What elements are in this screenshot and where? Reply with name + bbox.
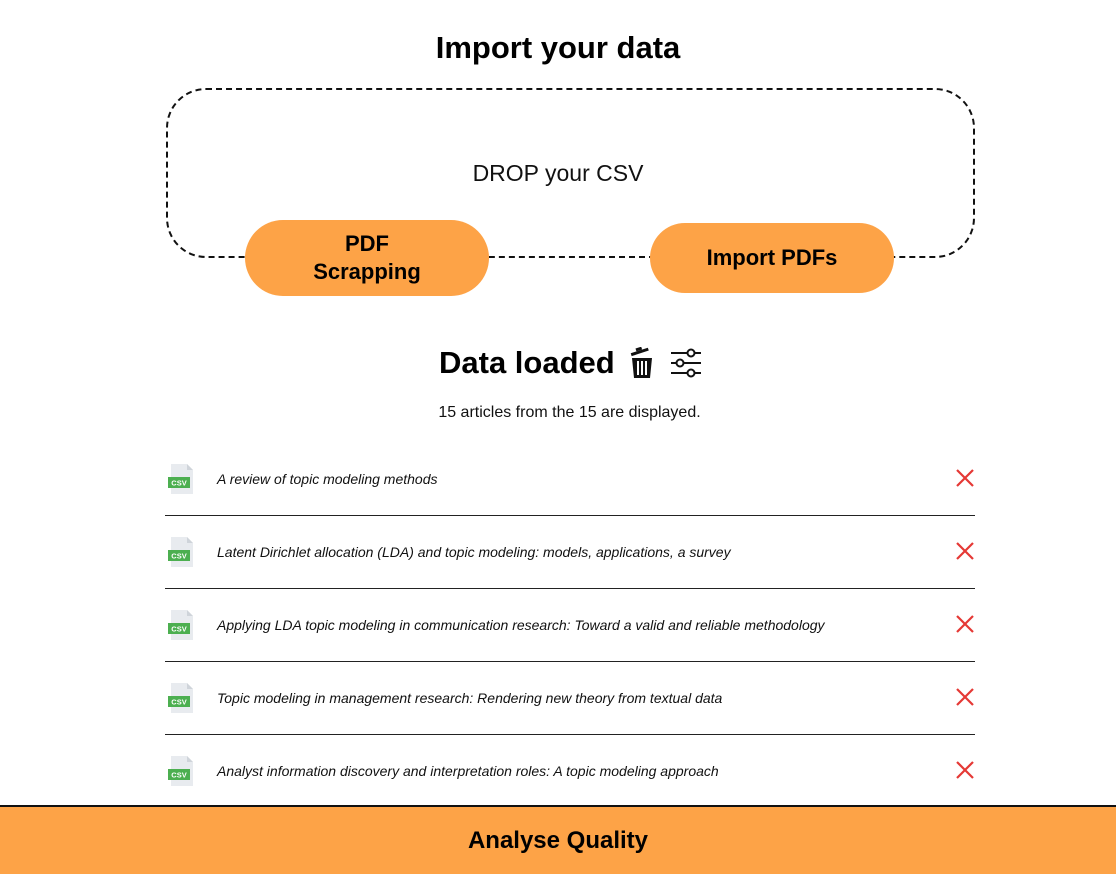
sliders-icon[interactable] [669, 346, 703, 380]
remove-article-icon[interactable] [955, 760, 975, 780]
article-row[interactable]: CSV Topic modeling in management researc… [165, 662, 975, 735]
import-page: Import your data DROP your CSV PDF Scrap… [0, 0, 1116, 874]
analyse-quality-label: Analyse Quality [467, 826, 649, 854]
article-title: Latent Dirichlet allocation (LDA) and to… [217, 544, 731, 560]
remove-article-icon[interactable] [955, 614, 975, 634]
article-row[interactable]: CSV Latent Dirichlet allocation (LDA) an… [165, 516, 975, 589]
csv-badge-text: CSV [171, 625, 186, 634]
article-title: Analyst information discovery and interp… [217, 763, 719, 779]
articles-summary: 15 articles from the 15 are displayed. [438, 404, 701, 421]
csv-badge-text: CSV [171, 552, 186, 561]
pdf-scrapping-button[interactable]: PDF Scrapping [245, 220, 489, 296]
data-loaded-header: Data loaded [439, 345, 703, 381]
csv-file-icon: CSV [167, 609, 195, 641]
remove-article-icon[interactable] [955, 541, 975, 561]
article-title: A review of topic modeling methods [217, 471, 438, 487]
article-title: Applying LDA topic modeling in communica… [217, 617, 825, 633]
csv-badge-text: CSV [171, 771, 186, 780]
import-title: Import your data [435, 30, 681, 65]
data-loaded-title: Data loaded [439, 345, 615, 380]
csv-file-icon: CSV [167, 755, 195, 787]
import-pdfs-label: Import PDFs [706, 245, 838, 270]
remove-article-icon[interactable] [955, 687, 975, 707]
article-title: Topic modeling in management research: R… [217, 690, 723, 706]
csv-badge-text: CSV [171, 698, 186, 707]
trash-icon[interactable] [625, 346, 659, 380]
analyse-quality-button[interactable]: Analyse Quality [0, 805, 1116, 874]
article-row[interactable]: CSV A review of topic modeling methods [165, 443, 975, 516]
csv-badge-text: CSV [171, 479, 186, 488]
article-row[interactable]: CSV Analyst information discovery and in… [165, 735, 975, 808]
article-list: CSV A review of topic modeling methods C… [165, 443, 975, 808]
csv-file-icon: CSV [167, 463, 195, 495]
drop-text: DROP your CSV [472, 160, 644, 186]
csv-file-icon: CSV [167, 682, 195, 714]
article-row[interactable]: CSV Applying LDA topic modeling in commu… [165, 589, 975, 662]
import-pdfs-button[interactable]: Import PDFs [650, 223, 894, 293]
pdf-scrapping-label: PDF Scrapping [313, 231, 421, 284]
csv-file-icon: CSV [167, 536, 195, 568]
remove-article-icon[interactable] [955, 468, 975, 488]
